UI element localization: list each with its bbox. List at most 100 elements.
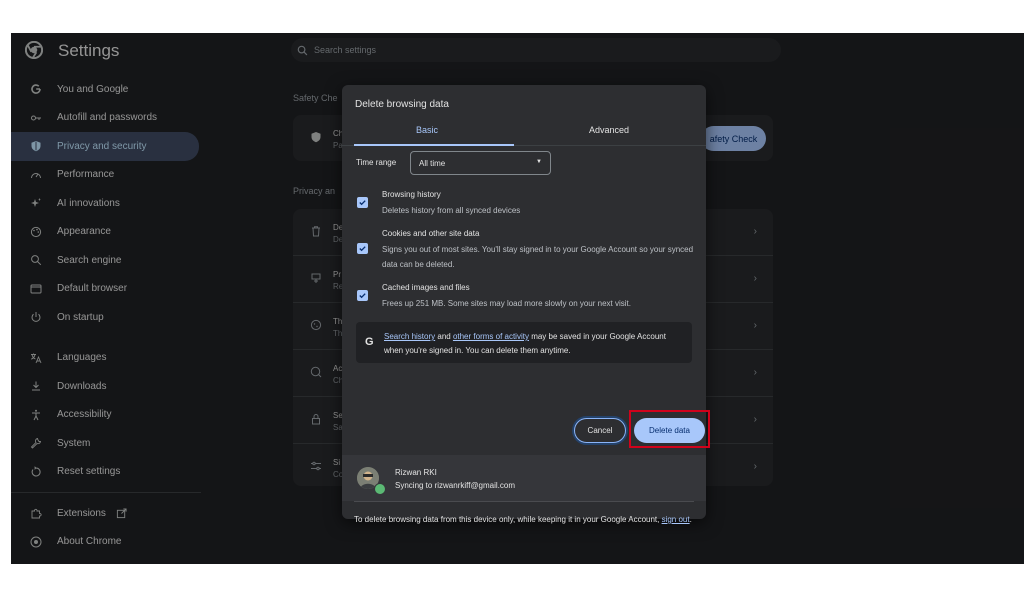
sign-out-link[interactable]: sign out xyxy=(662,515,690,524)
sidebar-item-appearance[interactable]: Appearance xyxy=(11,218,201,247)
page-title: Settings xyxy=(58,41,120,60)
search-box[interactable] xyxy=(291,38,781,62)
browsing-history-checkbox[interactable] xyxy=(357,197,368,208)
search-input[interactable] xyxy=(312,44,716,56)
option-title: Cookies and other site data xyxy=(382,229,480,238)
account-name: Rizwan RKI xyxy=(395,468,437,477)
checkmark-icon xyxy=(359,200,366,206)
chevron-right-icon: › xyxy=(753,367,757,378)
privacy-guide-icon xyxy=(311,273,321,283)
chevron-right-icon: › xyxy=(753,461,757,472)
dialog-title: Delete browsing data xyxy=(355,99,449,110)
sidebar-divider xyxy=(11,492,201,493)
sync-status-text: Syncing to rizwanrkiff@gmail.com xyxy=(395,481,516,490)
cookies-checkbox[interactable] xyxy=(357,243,368,254)
key-icon xyxy=(29,111,43,125)
footer-text: To delete browsing data from this device… xyxy=(354,515,662,524)
delete-data-button[interactable]: Delete data xyxy=(634,418,705,443)
external-link-icon xyxy=(116,508,127,519)
sidebar-item-label: Appearance xyxy=(57,226,111,238)
sidebar-item-default-browser[interactable]: Default browser xyxy=(11,275,201,304)
speedometer-icon xyxy=(29,168,43,182)
sidebar-item-languages[interactable]: Languages xyxy=(11,344,201,373)
cancel-button[interactable]: Cancel xyxy=(574,418,626,443)
sidebar-item-ai[interactable]: AI innovations xyxy=(11,189,201,218)
accessibility-icon xyxy=(29,408,43,422)
search-icon xyxy=(297,45,308,55)
sidebar-item-label: Reset settings xyxy=(57,466,121,478)
search-icon xyxy=(29,253,43,267)
option-title: Cached images and files xyxy=(382,283,470,292)
time-range-label: Time range xyxy=(356,158,397,167)
checkmark-icon xyxy=(359,246,366,252)
time-range-select[interactable]: All time ▼ xyxy=(410,151,551,175)
sidebar-item-on-startup[interactable]: On startup xyxy=(11,303,201,332)
active-tab-indicator xyxy=(354,144,514,146)
sidebar-item-label: AI innovations xyxy=(57,197,120,209)
option-title: Browsing history xyxy=(382,190,441,199)
sidebar-item-label: About Chrome xyxy=(57,536,122,548)
sidebar-item-label: Languages xyxy=(57,352,107,364)
cached-images-checkbox[interactable] xyxy=(357,290,368,301)
privacy-heading: Privacy an xyxy=(293,186,336,196)
sidebar-item-accessibility[interactable]: Accessibility xyxy=(11,401,201,430)
sidebar-item-privacy[interactable]: Privacy and security xyxy=(11,132,199,161)
go-to-safety-check-button[interactable]: afety Check xyxy=(701,126,766,151)
cookie-icon xyxy=(310,319,322,331)
safety-check-heading: Safety Che xyxy=(293,93,338,103)
sidebar-item-label: Extensions xyxy=(57,507,106,519)
privacy-row-title: Pr xyxy=(333,270,341,279)
lock-icon xyxy=(312,414,320,425)
option-description: Signs you out of most sites. You'll stay… xyxy=(382,245,694,269)
sliders-icon xyxy=(311,461,321,471)
sidebar-item-label: You and Google xyxy=(57,83,129,95)
trash-icon xyxy=(312,226,320,237)
power-icon xyxy=(29,310,43,324)
sidebar-item-downloads[interactable]: Downloads xyxy=(11,372,201,401)
sidebar-item-label: Privacy and security xyxy=(57,140,147,152)
dialog-tabs: Basic Advanced xyxy=(342,119,706,146)
privacy-row-title: Si xyxy=(333,458,341,467)
dialog-footer: To delete browsing data from this device… xyxy=(354,513,699,527)
footer-divider xyxy=(354,501,694,502)
translate-icon xyxy=(29,351,43,365)
chrome-logo-icon xyxy=(25,41,43,59)
chevron-right-icon: › xyxy=(753,320,757,331)
sidebar-item-autofill[interactable]: Autofill and passwords xyxy=(11,104,201,133)
account-section: Rizwan RKI Syncing to rizwanrkiff@gmail.… xyxy=(342,455,706,501)
ad-privacy-icon xyxy=(310,366,322,378)
sidebar-item-you-and-google[interactable]: You and Google xyxy=(11,75,201,104)
privacy-row-title: Ac xyxy=(333,364,343,373)
browser-window-icon xyxy=(29,282,43,296)
sidebar-item-label: Downloads xyxy=(57,380,107,392)
shield-check-icon xyxy=(311,132,321,143)
sidebar-item-label: System xyxy=(57,437,91,449)
palette-icon xyxy=(29,225,43,239)
google-account-info: G Search history and other forms of acti… xyxy=(356,322,692,363)
sidebar-item-performance[interactable]: Performance xyxy=(11,161,201,190)
privacy-row-title: Th xyxy=(333,317,343,326)
time-range-value: All time xyxy=(419,158,446,168)
puzzle-icon xyxy=(29,506,43,520)
sidebar-item-label: On startup xyxy=(57,311,104,323)
info-text-mid: and xyxy=(435,332,453,341)
sidebar-item-reset[interactable]: Reset settings xyxy=(11,458,201,487)
sidebar-item-extensions[interactable]: Extensions xyxy=(11,499,201,528)
reset-icon xyxy=(29,465,43,479)
settings-window: Settings You and Google Autofill and pas… xyxy=(11,33,1024,564)
delete-browsing-data-dialog: Delete browsing data Basic Advanced Time… xyxy=(342,85,710,524)
chevron-right-icon: › xyxy=(753,226,757,237)
sidebar-item-about[interactable]: About Chrome xyxy=(11,528,201,557)
chrome-icon xyxy=(29,535,43,549)
tab-advanced[interactable]: Advanced xyxy=(524,125,694,135)
other-activity-link[interactable]: other forms of activity xyxy=(453,332,529,341)
sidebar-item-system[interactable]: System xyxy=(11,429,201,458)
sidebar-item-label: Search engine xyxy=(57,254,122,266)
tab-basic[interactable]: Basic xyxy=(342,125,512,135)
search-history-link[interactable]: Search history xyxy=(384,332,435,341)
option-description: Frees up 251 MB. Some sites may load mor… xyxy=(382,299,631,308)
sidebar-item-search-engine[interactable]: Search engine xyxy=(11,246,201,275)
dropdown-caret-icon: ▼ xyxy=(536,159,542,165)
google-g-icon xyxy=(29,82,43,96)
